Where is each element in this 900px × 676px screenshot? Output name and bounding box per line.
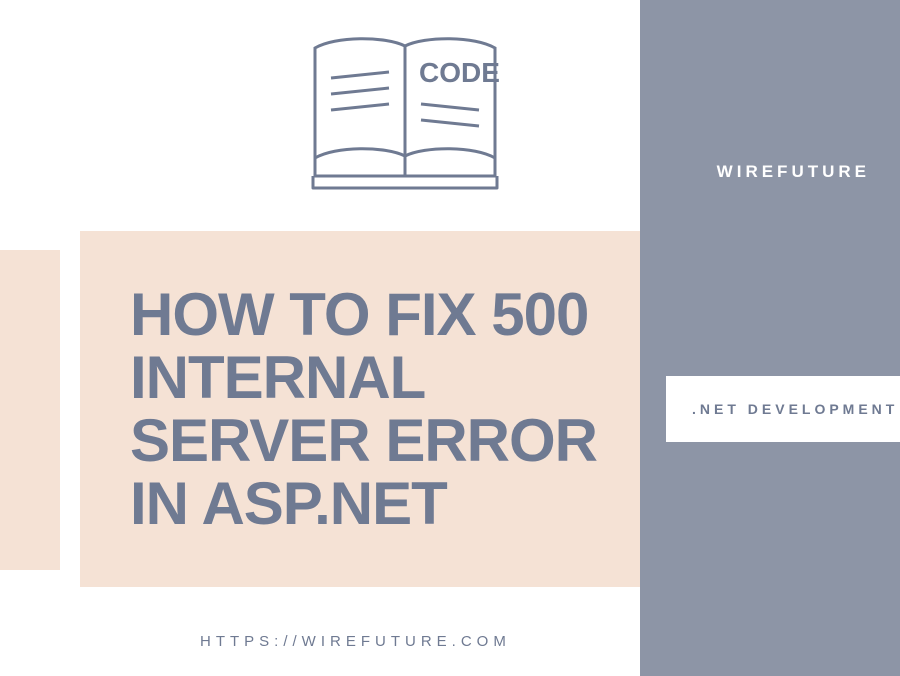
category-tag-text: .NET DEVELOPMENT (692, 399, 898, 420)
category-tag: .NET DEVELOPMENT (666, 376, 900, 442)
code-book-icon: CODE (280, 18, 530, 218)
title-block: HOW TO FIX 500 INTERNAL SERVER ERROR IN … (80, 231, 640, 587)
right-gray-column (640, 0, 900, 676)
book-code-text: CODE (419, 57, 500, 88)
brand-label: WIREFUTURE (717, 162, 870, 182)
page-title: HOW TO FIX 500 INTERNAL SERVER ERROR IN … (130, 283, 612, 535)
pink-left-accent (0, 250, 60, 570)
url-footer: HTTPS://WIREFUTURE.COM (200, 633, 511, 650)
